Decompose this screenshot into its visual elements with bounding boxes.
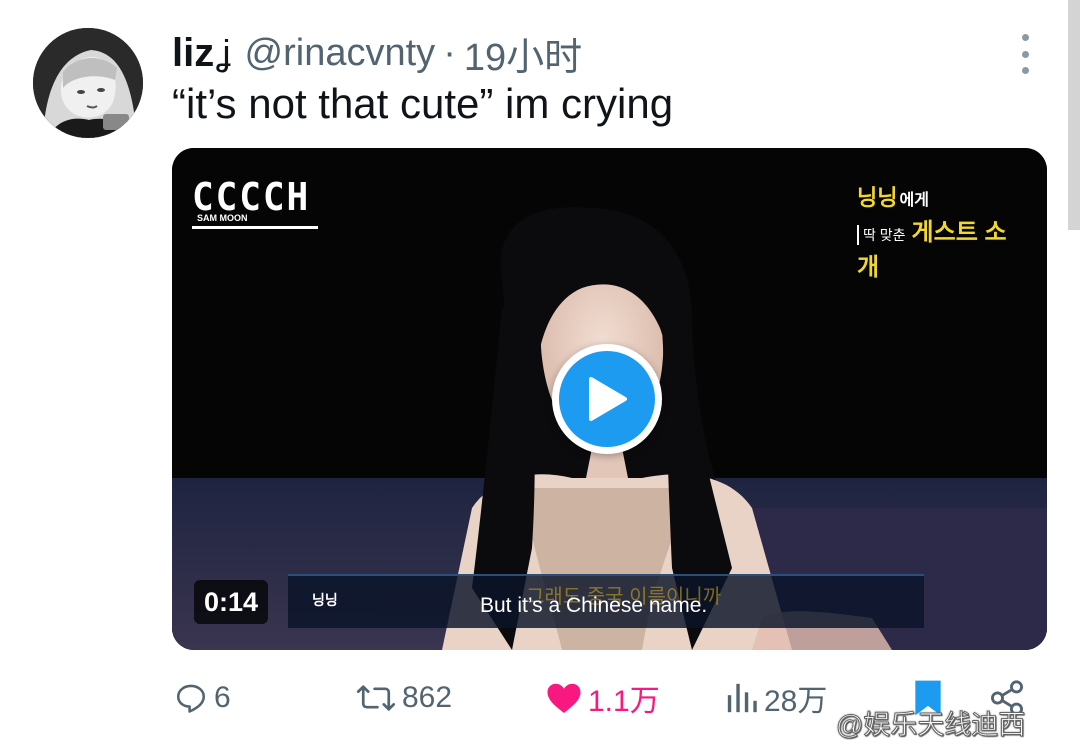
retweet-count: 862 [402,681,453,714]
watermark: @娱乐天线迪西 [835,710,1026,741]
reply-icon [176,684,206,713]
channel-logo-sub: SAM MOON [195,213,250,223]
views-button[interactable]: 28万 [726,678,827,718]
speaker-tag: 닝닝 [312,592,338,608]
channel-logo: CCCCH SAM MOON [192,178,322,232]
views-count: 28万 [764,685,828,718]
retweet-icon [356,685,396,711]
video-duration: 0:14 [194,580,269,624]
tweet-header: liz ʝ @rinacvnty · 19小时 [172,26,582,81]
corner-caption: 닝닝 에게 딱 맞춘 게스트 소개 [857,180,1017,282]
play-button[interactable] [552,344,662,454]
more-icon[interactable] [1010,34,1040,74]
retweet-button[interactable]: 862 [356,678,452,718]
tweet-card: liz ʝ @rinacvnty · 19小时 “it’s not that c… [0,0,1080,750]
timestamp[interactable]: 19小时 [464,26,582,81]
play-icon [589,377,627,421]
subtitle-bar: 닝닝 그래도 중국 이름이니까 But it’s a Chinese name. [288,574,924,628]
heart-icon [547,683,581,713]
english-subtitle: But it’s a Chinese name. [480,594,708,617]
corner-caption-line1: 닝닝 [857,185,898,210]
corner-caption-line2-prefix: 딱 맞춘 [857,225,906,245]
reply-button[interactable]: 6 [174,678,231,718]
display-name[interactable]: liz [172,31,214,76]
user-handle[interactable]: @rinacvnty [245,32,436,75]
video-player[interactable]: CCCCH SAM MOON 닝닝 에게 딱 맞춘 게스트 소개 닝닝 그래도 중국… [172,148,1047,650]
corner-caption-line1-suffix: 에게 [899,192,929,209]
reply-count: 6 [214,681,231,714]
separator-dot: · [443,31,456,74]
scrollbar[interactable] [1068,0,1080,230]
tweet-text: “it’s not that cute” im crying [172,80,674,127]
channel-logo-text: CCCCH [192,175,311,219]
name-emoji: ʝ [216,32,231,73]
logo-underline [192,226,318,229]
like-count: 1.1万 [588,685,660,718]
views-icon [727,683,757,713]
like-button[interactable]: 1.1万 [546,678,660,718]
avatar[interactable] [33,28,143,138]
